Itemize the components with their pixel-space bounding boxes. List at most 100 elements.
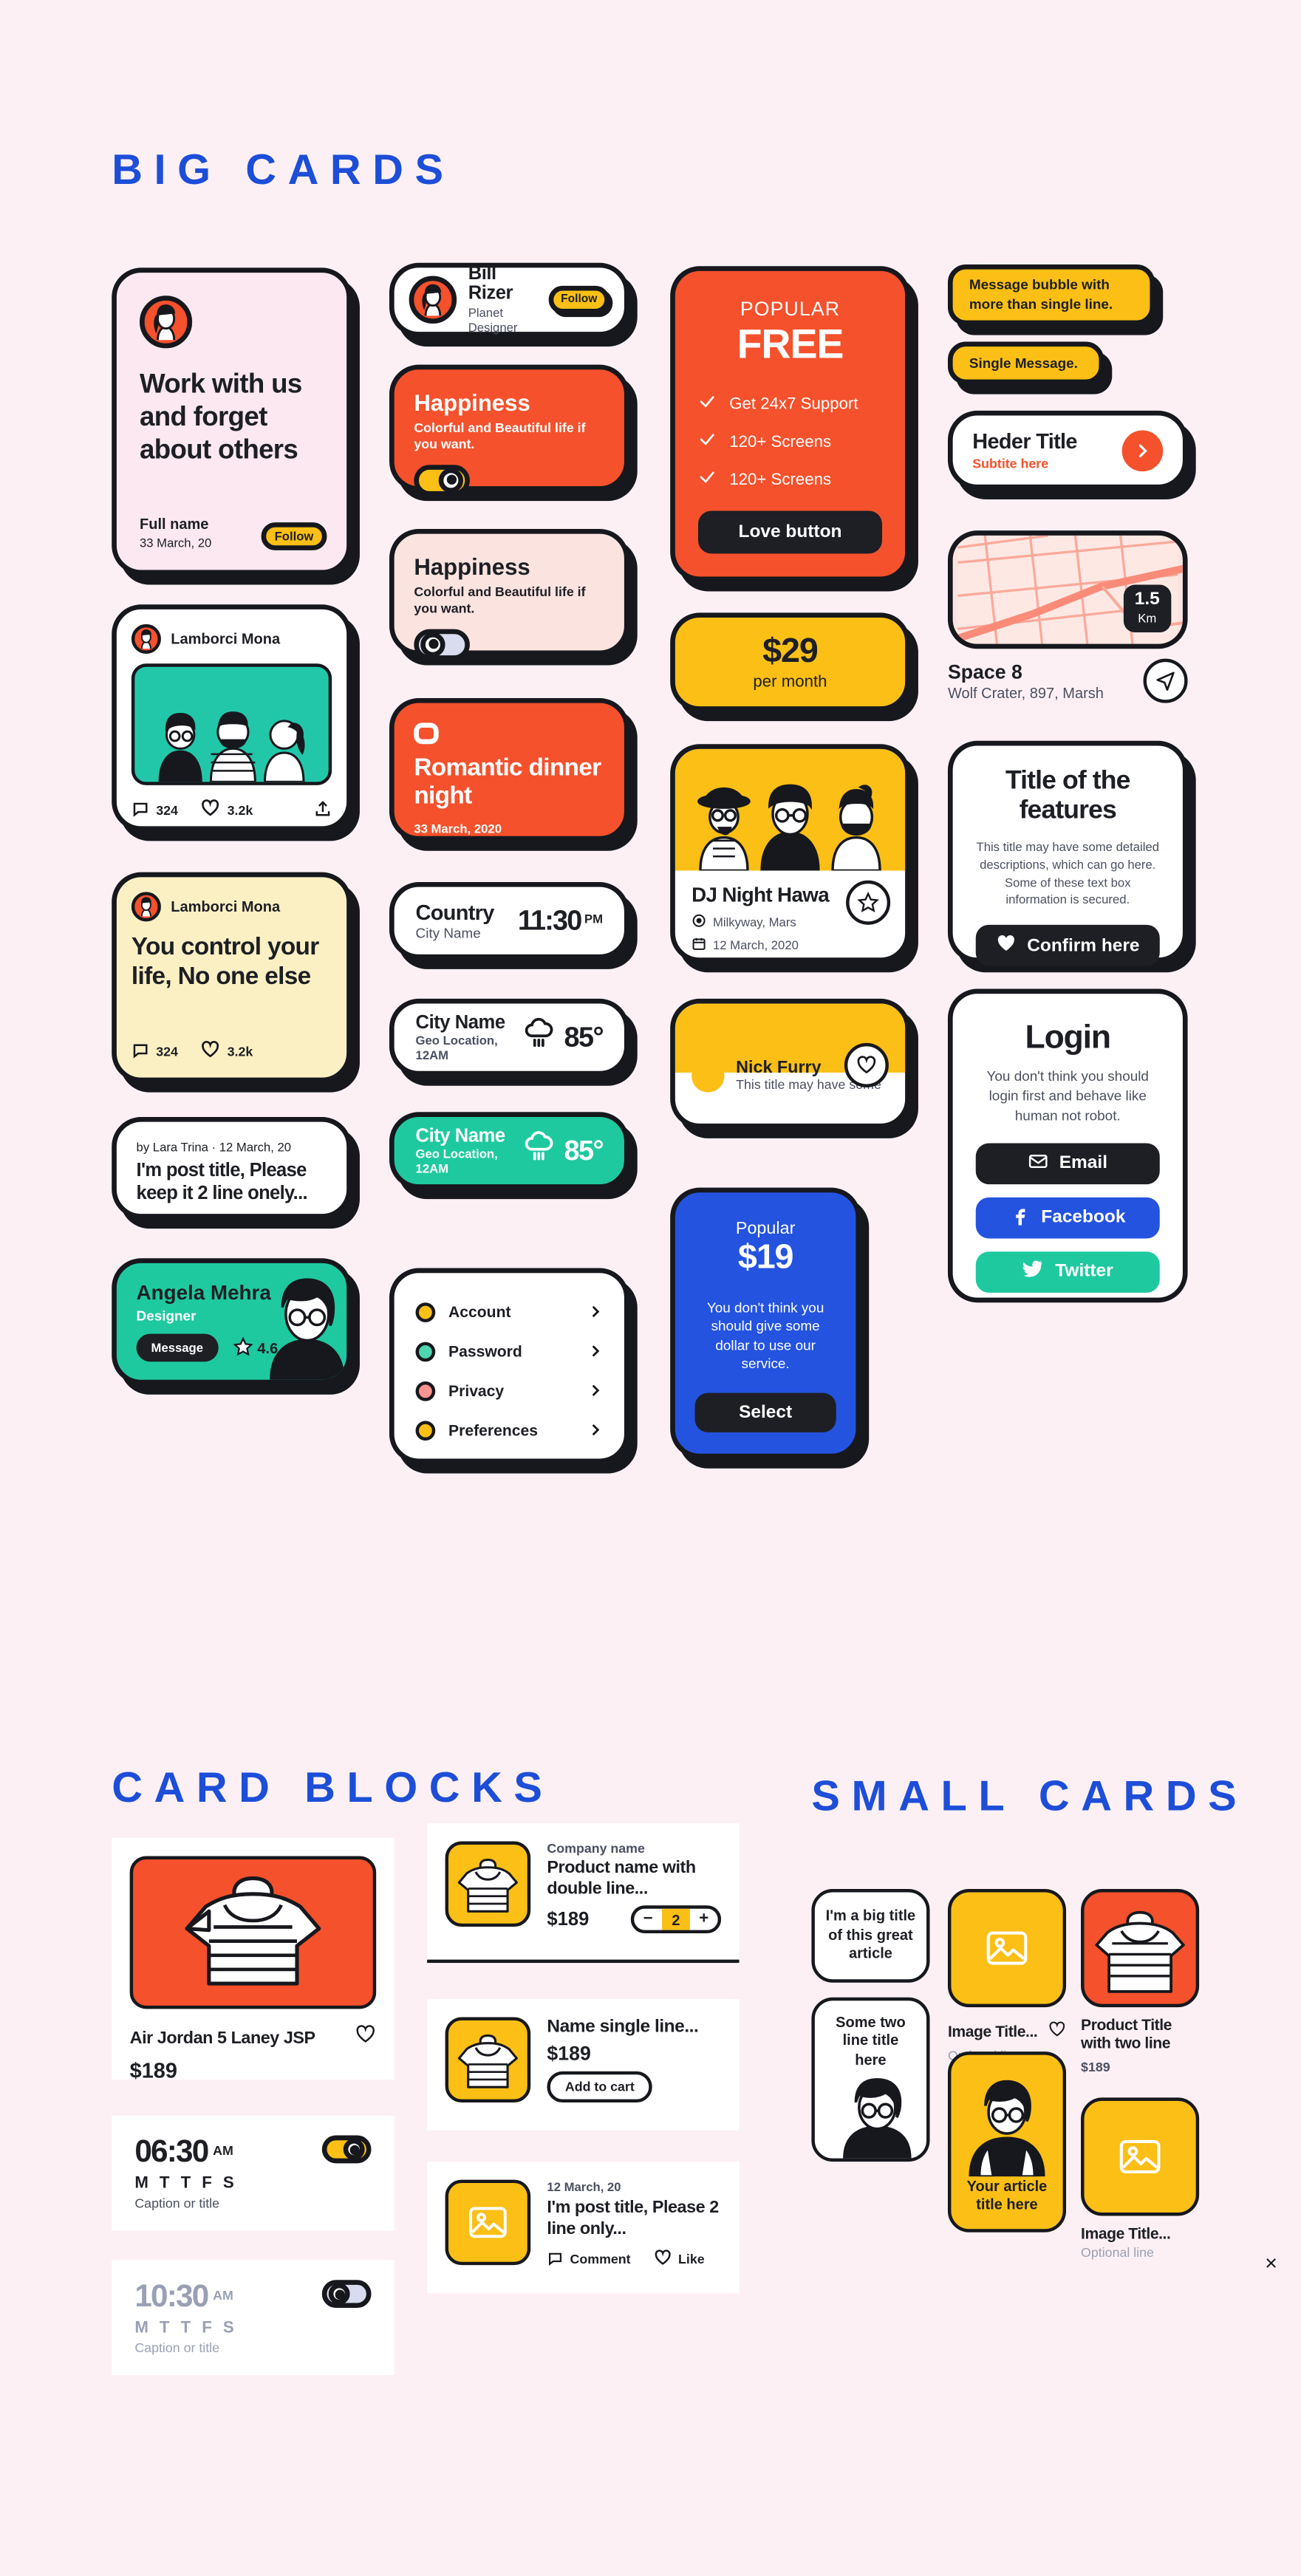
happiness-toggle-on[interactable] (414, 464, 470, 496)
pricing-popular-card[interactable]: Popular $19 You don't think you should g… (670, 1187, 861, 1459)
features-card[interactable]: Title of the features This title may hav… (947, 740, 1188, 967)
nick-furry-card[interactable]: Nick Furry This title may have some (670, 998, 910, 1129)
settings-item-preferences[interactable]: Preferences (415, 1411, 603, 1450)
product-block-card[interactable]: Air Jordan 5 Laney JSP $189 (112, 1838, 395, 2083)
distance-badge: 1.5 Km (1123, 584, 1172, 633)
dj-date: 12 March, 2020 (712, 937, 799, 953)
like-label[interactable]: Like (678, 2252, 705, 2267)
work-card-date: 33 March, 20 (139, 535, 212, 550)
map-place-info: Space 8 Wolf Crater, 897, Marsh (948, 658, 1188, 703)
map-card[interactable]: 1.5 Km (947, 530, 1188, 649)
comment-icon (547, 2249, 563, 2269)
close-icon[interactable]: × (1265, 2250, 1277, 2275)
settings-item-privacy[interactable]: Privacy (415, 1372, 603, 1411)
alarm-caption: Caption or title (134, 2196, 220, 2211)
login-card[interactable]: Login You don't think you should login f… (947, 988, 1188, 1303)
quantity-stepper[interactable]: − 2 + (630, 1905, 722, 1934)
confirm-button[interactable]: Confirm here (975, 925, 1160, 967)
small-article-card[interactable]: Your article title here (947, 2051, 1067, 2232)
list-product-card-1[interactable]: Company name Product name with double li… (427, 1823, 740, 1964)
like-count: 3.2k (227, 1044, 253, 1059)
like-count: 3.2k (227, 802, 253, 818)
settings-item-password[interactable]: Password (415, 1332, 603, 1371)
love-button[interactable]: Love button (697, 510, 883, 554)
country-label: Country (415, 900, 495, 925)
chevron-right-icon (588, 1416, 603, 1446)
chevron-right-icon (588, 1376, 603, 1406)
facebook-login-button[interactable]: Facebook (975, 1197, 1160, 1238)
angela-card[interactable]: Angela Mehra Designer Message 4.6 (112, 1258, 352, 1385)
list-product-card-2[interactable]: Name single line... $189 Add to cart (427, 1998, 740, 2131)
favorite-button[interactable] (844, 1042, 889, 1087)
happiness-orange-body: Colorful and Beautiful life if you want. (414, 420, 586, 453)
settings-item-account[interactable]: Account (415, 1293, 603, 1332)
twitter-login-button[interactable]: Twitter (975, 1251, 1160, 1293)
list-post-card[interactable]: 12 March, 20 I'm post title, Please 2 li… (427, 2162, 740, 2293)
small-product-card[interactable]: Product Title with two line $189 (1081, 1889, 1200, 2074)
list-price: $189 (547, 2041, 591, 2065)
message-bubble-multiline[interactable]: Message bubble with more than single lin… (947, 264, 1155, 326)
alarm-card-off[interactable]: 10:30 AM M T T F S Caption or title (112, 2260, 395, 2376)
post-card[interactable]: Lamborci Mona 324 3.2k (112, 604, 352, 832)
features-body: This title may have some detailed descri… (976, 838, 1160, 908)
alarm-toggle-off[interactable] (321, 2280, 372, 2308)
star-button[interactable] (846, 880, 891, 925)
alarm-time: 06:30 (134, 2135, 209, 2170)
happiness-light-body: Colorful and Beautiful life if you want. (414, 584, 586, 617)
pricing-free-card[interactable]: POPULAR FREE Get 24x7 Support 120+ Screen… (670, 266, 910, 582)
work-card-title: Work with us and forget about others (139, 369, 302, 465)
avatar (131, 892, 161, 922)
small-image-card-1[interactable]: Image Title... Optional line (947, 1889, 1067, 2063)
rain-cloud-icon (523, 1017, 556, 1058)
follow-button[interactable]: Follow (261, 522, 327, 550)
happiness-toggle-off[interactable] (414, 629, 470, 660)
angela-portrait (262, 1265, 347, 1380)
heart-icon[interactable] (201, 1039, 221, 1062)
country-time-card[interactable]: Country City Name 11:30 PM (389, 882, 629, 960)
share-icon[interactable] (314, 798, 332, 822)
small-image-card-2[interactable]: Image Title... Optional line (1081, 2097, 1200, 2261)
message-button[interactable]: Message (136, 1333, 219, 1362)
qty-plus-button[interactable]: + (690, 1909, 718, 1930)
feature-row: 120+ Screens (698, 431, 882, 454)
comment-count: 324 (156, 802, 178, 818)
heart-icon[interactable] (1048, 2017, 1066, 2046)
settings-list-card[interactable]: Account Password Privacy Preferences (389, 1268, 629, 1464)
small-big-title-card[interactable]: I'm a big title of this great article (811, 1889, 930, 1983)
check-icon (698, 431, 716, 454)
header-title-card[interactable]: Heder Title Subtite here (947, 410, 1188, 490)
happiness-orange-card[interactable]: Happiness Colorful and Beautiful life if… (389, 364, 629, 496)
heart-icon[interactable] (201, 799, 221, 821)
quote-card[interactable]: Lamborci Mona You control your life, No … (112, 872, 352, 1083)
alarm-card-on[interactable]: 06:30 AM M T T F S Caption or title (112, 2115, 395, 2231)
weather-card-white[interactable]: City Name Geo Location, 12AM 85° (389, 998, 629, 1076)
add-to-cart-button[interactable]: Add to cart (547, 2071, 653, 2103)
comment-label[interactable]: Comment (570, 2252, 631, 2267)
alarm-toggle-on[interactable] (321, 2135, 372, 2164)
bill-rizer-card[interactable]: Bill Rizer Planet Designer Follow (389, 262, 629, 337)
image-placeholder (1081, 2097, 1200, 2216)
weather-card-green[interactable]: City Name Geo Location, 12AM 85° (389, 1112, 629, 1189)
distance-value: 1.5 (1134, 590, 1160, 609)
happiness-light-card[interactable]: Happiness Colorful and Beautiful life if… (389, 528, 629, 660)
time-value: 11:30 (517, 904, 582, 936)
price-29-value: $29 (762, 632, 819, 671)
lara-post-card[interactable]: by Lara Trina · 12 March, 20 I'm post ti… (112, 1116, 352, 1219)
login-button-label: Twitter (1055, 1262, 1113, 1282)
weather-temp: 85° (564, 1134, 604, 1166)
list-post-title: I'm post title, Please 2 line only... (547, 2198, 719, 2238)
alarm-caption: Caption or title (134, 2340, 220, 2356)
qty-minus-button[interactable]: − (634, 1909, 662, 1930)
dj-night-card[interactable]: DJ Night Hawa Milkyway, Mars 12 March, 2… (670, 744, 910, 963)
follow-button[interactable]: Follow (548, 285, 609, 314)
price-29-card[interactable]: $29 per month (670, 612, 910, 711)
work-with-us-card[interactable]: Work with us and forget about others Ful… (112, 267, 352, 575)
romantic-dinner-card[interactable]: Romantic dinner night 33 March, 2020 (389, 697, 629, 841)
select-button[interactable]: Select (694, 1393, 836, 1432)
chevron-right-button[interactable] (1121, 429, 1164, 471)
heart-icon[interactable] (355, 2023, 376, 2053)
navigate-button[interactable] (1143, 658, 1188, 703)
email-login-button[interactable]: Email (975, 1142, 1160, 1184)
message-bubble-single[interactable]: Single Message. (947, 341, 1104, 385)
small-two-line-card[interactable]: Some two line title here (811, 1997, 930, 2162)
